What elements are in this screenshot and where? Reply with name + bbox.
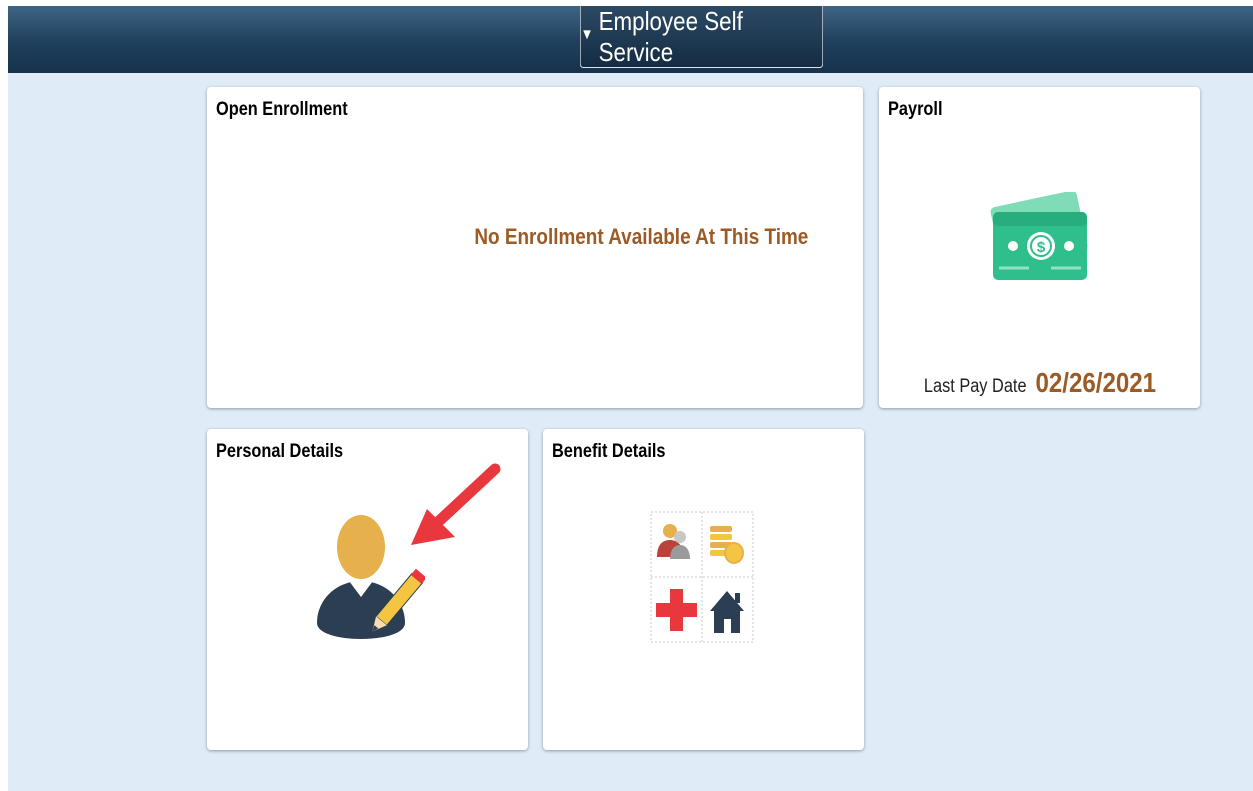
- tile-title: Benefit Details: [552, 441, 666, 462]
- tile-benefit-details[interactable]: Benefit Details: [543, 429, 864, 750]
- last-pay-date-label: Last Pay Date: [923, 376, 1027, 397]
- homepage-selector-label: Employee Self Service: [598, 5, 743, 67]
- last-pay-date-value: 02/26/2021: [1035, 367, 1156, 398]
- tile-title: Open Enrollment: [216, 99, 348, 120]
- coins-icon: [710, 526, 744, 564]
- tile-title: Payroll: [888, 99, 943, 120]
- header-banner: ▼ Employee Self Service: [8, 6, 1253, 73]
- homepage-selector-button[interactable]: ▼ Employee Self Service: [579, 5, 824, 68]
- benefits-grid-icon: [650, 511, 754, 643]
- red-arrow-annotation: [411, 463, 501, 545]
- tile-personal-details[interactable]: Personal Details: [207, 429, 528, 750]
- caret-down-icon: ▼: [580, 26, 594, 43]
- page: ▼ Employee Self Service Open Enrollment …: [8, 6, 1253, 791]
- enrollment-status-message: No Enrollment Available At This Time: [474, 224, 808, 249]
- tile-payroll[interactable]: Payroll $ Last Pay Date 02/26/2021: [879, 87, 1200, 408]
- money-icon: $: [990, 192, 1088, 280]
- tile-open-enrollment[interactable]: Open Enrollment No Enrollment Available …: [207, 87, 863, 408]
- medical-cross-icon: [656, 589, 697, 631]
- last-pay-date: Last Pay Date 02/26/2021: [879, 367, 1200, 399]
- tile-title: Personal Details: [216, 441, 344, 462]
- svg-text:$: $: [1037, 239, 1046, 256]
- house-icon: [710, 591, 744, 633]
- people-icon: [657, 524, 690, 559]
